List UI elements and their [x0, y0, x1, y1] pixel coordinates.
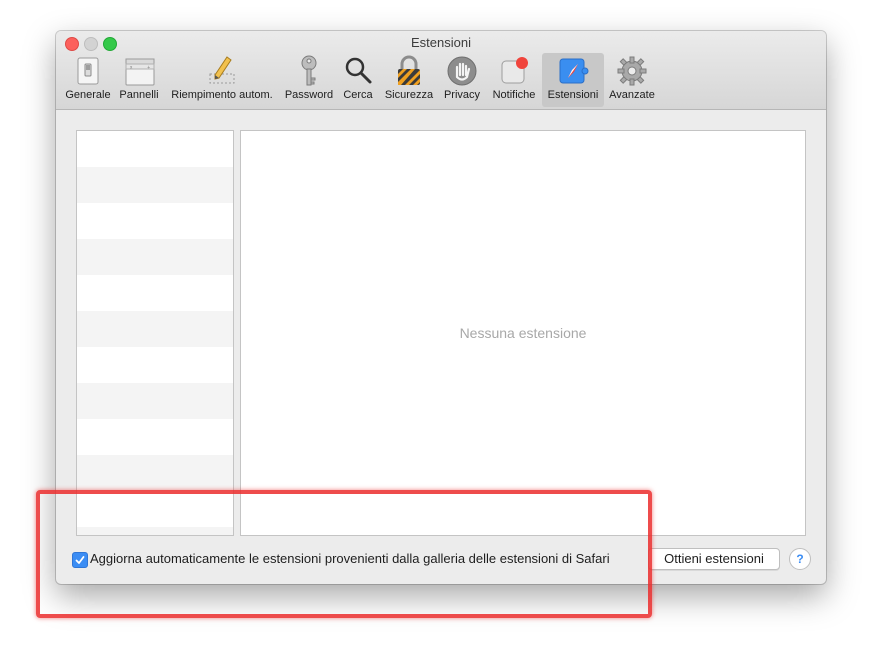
tab-label: Avanzate [609, 89, 655, 101]
list-row [77, 311, 233, 347]
tab-label: Password [284, 89, 334, 101]
tab-avanzate[interactable]: Avanzate [606, 53, 658, 107]
tab-riempimento-autom[interactable]: Riempimento autom. [166, 53, 278, 107]
gear-icon [615, 54, 649, 88]
tab-label: Pannelli [119, 89, 159, 101]
extension-detail-pane: Nessuna estensione [240, 130, 806, 536]
tab-label: Estensioni [547, 89, 599, 101]
get-extensions-button[interactable]: Ottieni estensioni [648, 548, 780, 570]
help-button[interactable]: ? [789, 548, 811, 570]
tab-label: Riempimento autom. [171, 89, 273, 101]
tab-label: Sicurezza [384, 89, 434, 101]
general-switch-icon [71, 54, 105, 88]
list-row [77, 131, 233, 167]
preferences-toolbar: Generale x + Pannelli Riempimento autom.… [56, 53, 826, 107]
list-row [77, 383, 233, 419]
tab-privacy[interactable]: Privacy [440, 53, 484, 107]
tab-notifiche[interactable]: Notifiche [488, 53, 540, 107]
window-title: Estensioni [411, 35, 471, 50]
tab-label: Privacy [443, 89, 481, 101]
magnifier-icon [341, 54, 375, 88]
tab-sicurezza[interactable]: Sicurezza [381, 53, 437, 107]
title-bar: Estensioni Generale x + Pannelli Riempim… [56, 31, 826, 110]
extensions-list[interactable] [76, 130, 234, 536]
key-icon [292, 54, 326, 88]
hand-icon [445, 54, 479, 88]
tab-password[interactable]: Password [282, 53, 336, 107]
list-row [77, 275, 233, 311]
notification-badge-icon [497, 54, 531, 88]
svg-text:+: + [147, 65, 150, 70]
list-row [77, 455, 233, 491]
tab-label: Generale [65, 89, 111, 101]
list-row [77, 203, 233, 239]
empty-state-message: Nessuna estensione [459, 325, 587, 341]
tab-pannelli[interactable]: x + Pannelli [116, 53, 162, 107]
tab-label: Notifiche [492, 89, 536, 101]
tabs-window-icon: x + [122, 54, 156, 88]
tab-generale[interactable]: Generale [63, 53, 113, 107]
tab-label: Cerca [343, 89, 373, 101]
list-row [77, 239, 233, 275]
annotation-highlight-box [36, 490, 652, 618]
list-row [77, 167, 233, 203]
list-row [77, 347, 233, 383]
list-row [77, 419, 233, 455]
puzzle-compass-icon [556, 54, 590, 88]
tab-estensioni[interactable]: Estensioni [542, 53, 604, 107]
tab-cerca[interactable]: Cerca [339, 53, 377, 107]
pencil-form-icon [205, 54, 239, 88]
padlock-icon [392, 54, 426, 88]
